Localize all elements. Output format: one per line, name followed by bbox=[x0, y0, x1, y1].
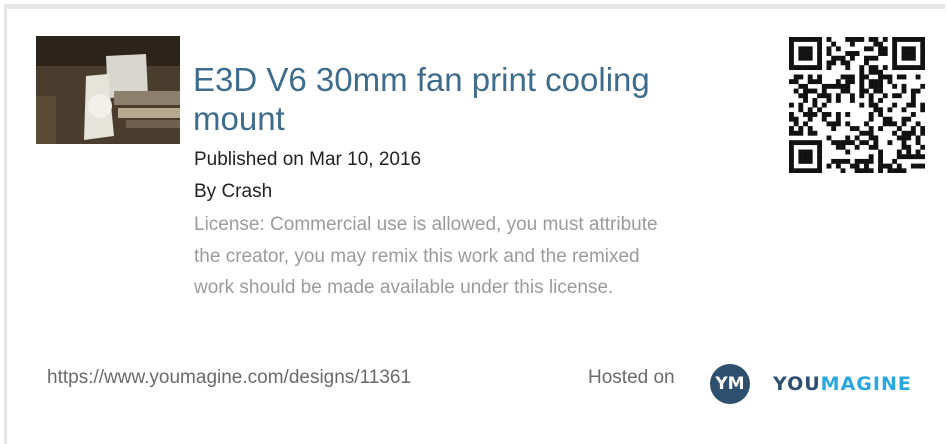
license-text: License: Commercial use is allowed, you … bbox=[194, 214, 658, 298]
design-thumbnail-image[interactable] bbox=[36, 36, 180, 144]
design-url-link[interactable]: https://www.youmagine.com/designs/11361 bbox=[47, 366, 411, 390]
youmagine-logo[interactable]: YOUMAGINE bbox=[773, 373, 912, 395]
logo-word-part1: YOU bbox=[773, 373, 821, 395]
design-title[interactable]: E3D V6 30mm fan print cooling mount bbox=[193, 60, 663, 138]
author-name: By Crash bbox=[194, 181, 273, 202]
logo-word-part2: MAGINE bbox=[820, 373, 912, 395]
qr-code-icon bbox=[789, 37, 926, 174]
hosted-on-label: Hosted on bbox=[588, 367, 675, 388]
youmagine-logo-mark[interactable]: YM bbox=[710, 364, 750, 404]
published-date: Published on Mar 10, 2016 bbox=[194, 149, 422, 170]
